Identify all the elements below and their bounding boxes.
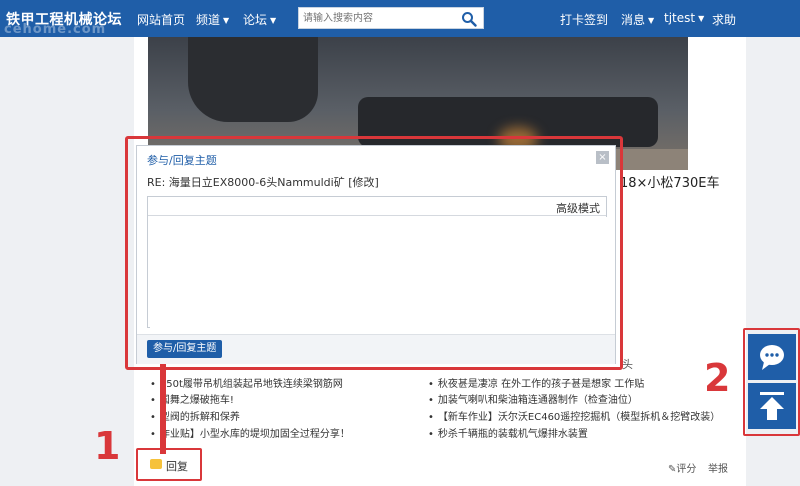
chevron-down-icon: ▼ — [223, 16, 230, 25]
editor-toolbar: 高级模式 — [148, 197, 606, 216]
chevron-down-icon: ▼ — [648, 16, 655, 25]
related-link[interactable]: 秒杀千辆瓶的装载机气爆排水装置 — [428, 425, 588, 440]
back-to-top-button[interactable] — [748, 383, 796, 429]
submit-reply-button[interactable]: 参与/回复主题 — [147, 340, 223, 358]
logo-watermark: cehome.com — [4, 22, 107, 37]
related-link[interactable]: 加装气喇叭和柴油箱连通器制作（检查油位） — [428, 391, 638, 406]
nav-user[interactable]: tjtest ▼ — [664, 11, 704, 25]
report-link[interactable]: 举报 — [708, 460, 728, 475]
arrow-to-top-icon — [760, 392, 784, 420]
nav-forum-label: 论坛 — [243, 13, 268, 27]
dialog-title: 参与/回复主题 — [147, 154, 217, 167]
related-header: 头 — [622, 358, 633, 371]
post-title-fragment: 18×小松730E车 — [620, 176, 720, 191]
top-navbar: 铁甲工程机械论坛 cehome.com 网站首页 频道▼ 论坛▼ 打卡签到 消息… — [0, 0, 800, 37]
nav-channel[interactable]: 频道 ▼ — [196, 11, 229, 28]
reply-textarea[interactable] — [150, 217, 608, 329]
advanced-mode-link[interactable]: 高级模式 — [556, 200, 600, 216]
nav-checkin[interactable]: 打卡签到 — [560, 11, 608, 28]
chat-bubble-icon — [760, 345, 784, 370]
quick-reply-button[interactable] — [748, 334, 796, 380]
chevron-down-icon: ▼ — [270, 16, 277, 25]
rate-label: 评分 — [676, 464, 697, 475]
related-link[interactable]: 作业贴】小型水库的堤坝加固全过程分享！ — [150, 425, 350, 440]
reply-subject: RE: 海量日立EX8000-6头Nammuldi矿 [修改] — [147, 176, 379, 189]
reply-editor: 高级模式 — [147, 196, 608, 329]
reply-dialog: 参与/回复主题 × RE: 海量日立EX8000-6头Nammuldi矿 [修改… — [136, 145, 616, 364]
annotation-number-2: 2 — [704, 356, 731, 400]
chevron-down-icon: ▼ — [698, 14, 705, 23]
nav-forum[interactable]: 论坛 ▼ — [243, 11, 276, 28]
related-link[interactable]: 秋夜甚是凄凉 在外工作的孩子甚是想家 工作贴 — [428, 375, 644, 390]
nav-user-label: tjtest — [664, 11, 696, 25]
rate-link[interactable]: ✎评分 — [668, 460, 696, 475]
related-link[interactable]: 【新车作业】沃尔沃EC460遥控挖掘机（模型拆机＆挖臂改装） — [428, 408, 720, 423]
nav-messages-label: 消息 — [621, 13, 646, 27]
related-link[interactable]: 150t履带吊机组装起吊地铁连续梁钢筋网 — [150, 375, 343, 390]
nav-help[interactable]: 求助 — [712, 11, 736, 28]
nav-messages[interactable]: 消息 ▼ — [621, 11, 654, 28]
search-input[interactable] — [301, 10, 455, 26]
search-icon[interactable] — [461, 11, 477, 27]
dialog-footer: 参与/回复主题 — [137, 334, 615, 364]
nav-channel-label: 频道 — [196, 13, 221, 27]
search-box — [298, 7, 484, 29]
nav-home[interactable]: 网站首页 — [137, 11, 185, 28]
annotation-number-1: 1 — [94, 424, 121, 468]
close-icon[interactable]: × — [596, 151, 609, 164]
